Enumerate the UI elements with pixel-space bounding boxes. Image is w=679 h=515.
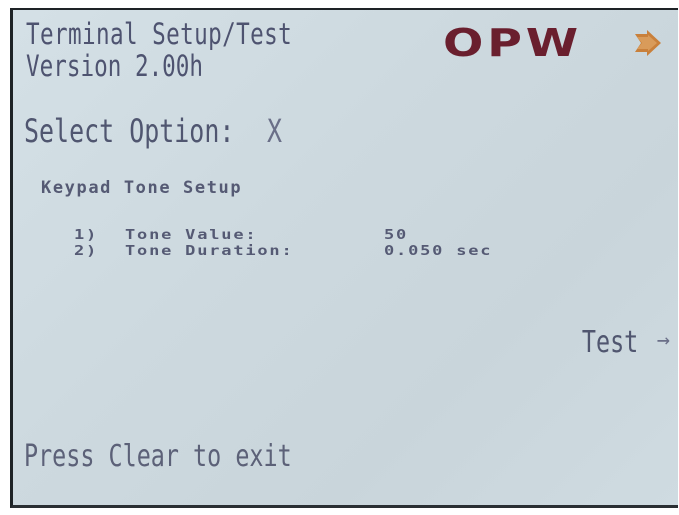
opw-logo: OPW — [443, 21, 673, 65]
option-1-number[interactable]: 1) — [74, 229, 98, 242]
option-2-number[interactable]: 2) — [74, 245, 98, 258]
exit-hint: Press Clear to exit — [24, 439, 292, 474]
opw-arrow-icon — [635, 30, 661, 56]
section-title: Keypad Tone Setup — [41, 178, 243, 198]
option-1-label[interactable]: Tone Value: — [125, 229, 257, 242]
version-label: Version 2.00h — [26, 49, 204, 83]
select-option-label: Select Option: — [24, 112, 235, 150]
option-2-label[interactable]: Tone Duration: — [125, 245, 294, 258]
terminal-bezel: Terminal Setup/Test Version 2.00h OPW Se… — [0, 0, 679, 515]
lcd-screen: Terminal Setup/Test Version 2.00h OPW Se… — [10, 8, 678, 508]
test-softkey-label[interactable]: Test — [582, 328, 638, 358]
option-2-value: 0.050 sec — [384, 243, 493, 260]
screen-title: Terminal Setup/Test — [26, 17, 293, 51]
select-option-input[interactable]: X — [267, 115, 282, 147]
right-arrow-icon[interactable]: → — [657, 330, 670, 352]
option-1-value: 50 — [384, 227, 409, 244]
logo-text: OPW — [443, 21, 582, 65]
